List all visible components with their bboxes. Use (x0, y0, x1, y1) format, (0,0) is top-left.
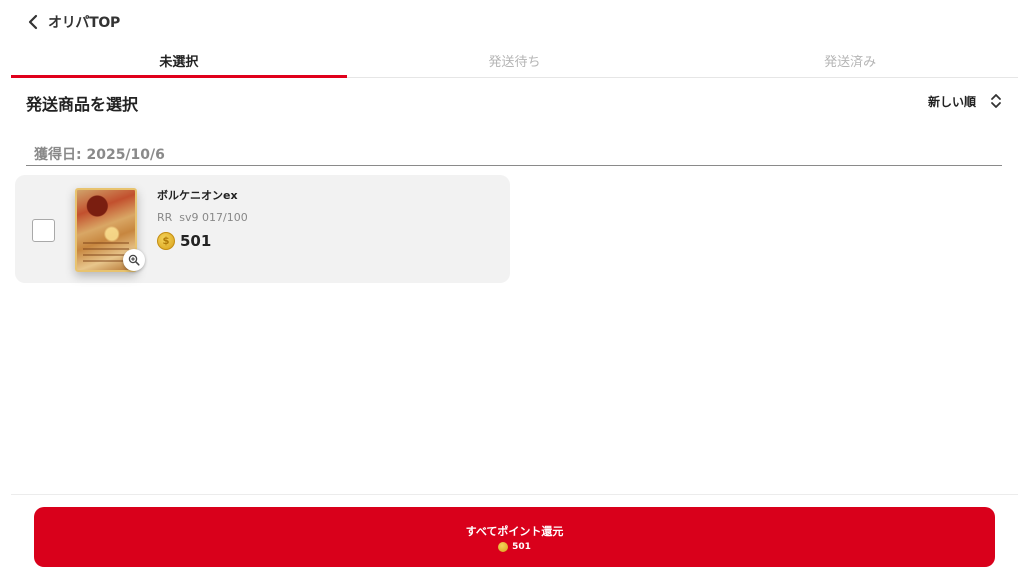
item-meta: RR sv9 017/100 (157, 211, 248, 224)
refund-all-label: すべてポイント還元 (465, 524, 564, 538)
sort-selector[interactable]: 新しい順 (928, 92, 1002, 110)
sort-updown-icon (991, 94, 1001, 108)
refund-total-value: 501 (512, 541, 531, 552)
date-group-header: 獲得日: 2025/10/6 (26, 143, 1002, 166)
item-name: ボルケニオンex (157, 189, 238, 202)
coin-icon: $ (157, 232, 175, 250)
zoom-button[interactable] (123, 249, 145, 271)
coin-icon (498, 541, 509, 552)
item-checkbox[interactable] (32, 219, 55, 242)
item-points: $ 501 (157, 232, 211, 250)
zoom-in-icon (128, 254, 140, 266)
item-code: sv9 017/100 (179, 211, 248, 224)
tab-awaiting-shipment[interactable]: 発送待ち (347, 46, 683, 77)
item-card[interactable]: ボルケニオンex RR sv9 017/100 $ 501 (15, 175, 510, 283)
back-link[interactable]: オリパTOP (28, 11, 120, 33)
tab-shipped[interactable]: 発送済み (682, 46, 1018, 77)
item-rarity: RR (157, 211, 173, 224)
footer-divider (11, 494, 1018, 495)
refund-total: 501 (498, 541, 531, 552)
item-points-value: 501 (180, 232, 212, 250)
status-tabs: 未選択 発送待ち 発送済み (11, 46, 1018, 78)
chevron-left-icon (28, 14, 38, 30)
back-link-label: オリパTOP (48, 15, 120, 31)
acquired-date: 獲得日: 2025/10/6 (34, 147, 165, 163)
sort-label: 新しい順 (927, 94, 976, 109)
section-title: 発送商品を選択 (26, 95, 139, 114)
tab-unselected[interactable]: 未選択 (11, 46, 347, 78)
refund-all-button[interactable]: すべてポイント還元 501 (34, 507, 995, 567)
